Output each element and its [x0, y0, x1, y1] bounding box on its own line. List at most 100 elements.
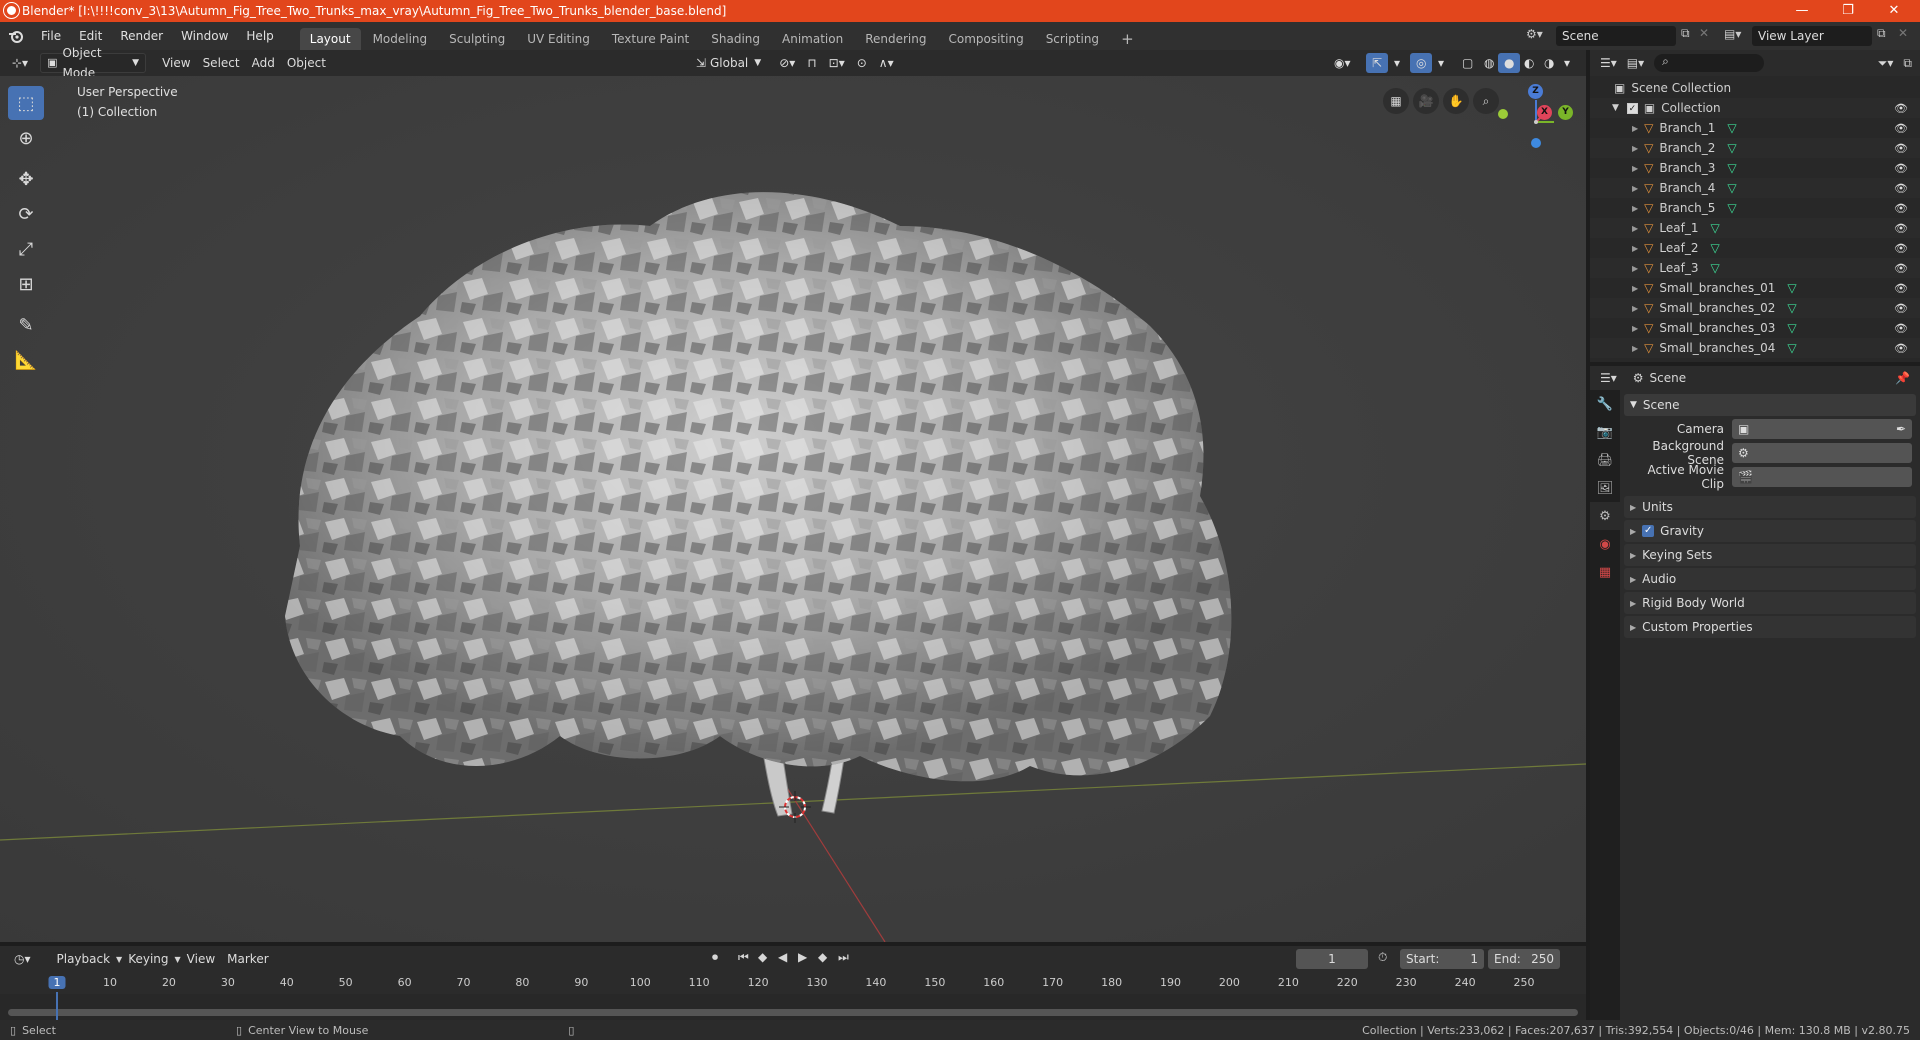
select-box-tool-icon[interactable]: ⬚ — [8, 86, 44, 120]
end-frame-field[interactable]: End: 250 — [1488, 949, 1560, 969]
expand-arrow-icon[interactable]: ▶ — [1632, 184, 1638, 193]
new-scene-icon[interactable]: ⧉ — [1681, 26, 1690, 41]
tab-texture-paint[interactable]: Texture Paint — [602, 28, 699, 50]
outliner-row-scene-collection[interactable]: ▣ Scene Collection — [1590, 78, 1920, 98]
gizmo-neg-z-axis[interactable] — [1531, 138, 1541, 148]
mesh-data-icon[interactable]: ▽ — [1727, 161, 1736, 175]
outliner-row-small-branches-04[interactable]: ▶ ▽ Small_branches_04 ▽ 👁 — [1590, 338, 1920, 358]
visibility-icon[interactable]: ◉▾ — [1328, 53, 1357, 73]
eye-icon[interactable]: 👁 — [1894, 302, 1908, 315]
rotate-tool-icon[interactable]: ⟳ — [8, 197, 44, 231]
annotate-tool-icon[interactable]: ✎ — [8, 308, 44, 342]
eye-icon[interactable]: 👁 — [1894, 202, 1908, 215]
proportional-edit-icon[interactable]: ⊙ — [851, 53, 873, 73]
mesh-data-icon[interactable]: ▽ — [1787, 321, 1796, 335]
eye-icon[interactable]: 👁 — [1894, 342, 1908, 355]
tab-compositing[interactable]: Compositing — [938, 28, 1033, 50]
mesh-data-icon[interactable]: ▽ — [1727, 141, 1736, 155]
expand-arrow-icon[interactable]: ▶ — [1632, 164, 1638, 173]
playhead-frame-label[interactable]: 1 — [48, 976, 66, 989]
scene-name-field[interactable]: Scene — [1556, 26, 1676, 46]
outliner-row-leaf-1[interactable]: ▶ ▽ Leaf_1 ▽ 👁 — [1590, 218, 1920, 238]
expand-arrow-icon[interactable]: ▼ — [1612, 103, 1619, 113]
gizmo-y-axis[interactable]: Y — [1558, 105, 1573, 120]
outliner-row-collection[interactable]: ▼ ✓ ▣ Collection 👁 — [1590, 98, 1920, 118]
gizmo-dropdown-icon[interactable]: ▾ — [1388, 53, 1406, 73]
menu-view[interactable]: View — [156, 53, 196, 73]
toggle-ortho-icon[interactable]: ▦ — [1383, 88, 1409, 114]
delete-scene-icon[interactable]: ✕ — [1699, 26, 1709, 40]
eye-icon[interactable]: 👁 — [1894, 282, 1908, 295]
new-collection-icon[interactable]: ⧉ — [1903, 56, 1912, 71]
minimize-button[interactable]: — — [1779, 0, 1825, 22]
menu-object[interactable]: Object — [281, 53, 332, 73]
new-view-layer-icon[interactable]: ⧉ — [1877, 26, 1886, 41]
collection-checkbox[interactable]: ✓ — [1626, 102, 1638, 114]
eyedropper-icon[interactable]: ✒ — [1896, 422, 1906, 436]
tab-uv-editing[interactable]: UV Editing — [517, 28, 600, 50]
scene-browse-icon[interactable]: ⚙▾ — [1526, 27, 1543, 41]
eye-icon[interactable]: 👁 — [1894, 122, 1908, 135]
background-scene-field[interactable]: ⚙ — [1732, 443, 1912, 463]
filter-icon[interactable]: ⏷▾ — [1878, 56, 1894, 71]
expand-arrow-icon[interactable]: ▶ — [1632, 224, 1638, 233]
eye-icon[interactable]: 👁 — [1894, 222, 1908, 235]
close-button[interactable]: ✕ — [1871, 0, 1917, 22]
outliner-row-branch-5[interactable]: ▶ ▽ Branch_5 ▽ 👁 — [1590, 198, 1920, 218]
outliner-row-small-branches-01[interactable]: ▶ ▽ Small_branches_01 ▽ 👁 — [1590, 278, 1920, 298]
eye-icon[interactable]: 👁 — [1894, 262, 1908, 275]
panel-units[interactable]: ▶ Units — [1624, 496, 1916, 518]
expand-arrow-icon[interactable]: ▶ — [1632, 324, 1638, 333]
timeline-ruler[interactable]: 1 10 20 30 40 50 60 70 80 90 100 110 120 130 140 150 160… — [0, 972, 1586, 994]
play-reverse-icon[interactable]: ◀ — [778, 950, 787, 964]
display-mode-icon[interactable]: ▤▾ — [1627, 56, 1644, 70]
properties-editor-type-icon[interactable]: ☰▾ — [1600, 371, 1617, 385]
delete-view-layer-icon[interactable]: ✕ — [1898, 26, 1908, 40]
pivot-point-icon[interactable]: ⊘▾ — [773, 53, 801, 73]
eye-icon[interactable]: 👁 — [1894, 322, 1908, 335]
tab-scripting[interactable]: Scripting — [1036, 28, 1109, 50]
navigation-gizmo[interactable]: Z X Y — [1496, 84, 1586, 156]
jump-start-icon[interactable]: ⏮ — [738, 950, 749, 965]
stopwatch-icon[interactable]: ⏱ — [1378, 950, 1387, 965]
view-layer-field[interactable]: View Layer — [1752, 26, 1872, 46]
render-tab-icon[interactable]: 📷 — [1590, 418, 1620, 446]
timeline-menu-view[interactable]: View — [181, 949, 221, 969]
menu-select[interactable]: Select — [197, 53, 246, 73]
move-tool-icon[interactable]: ✥ — [8, 162, 44, 196]
expand-arrow-icon[interactable]: ▶ — [1632, 344, 1638, 353]
expand-arrow-icon[interactable]: ▶ — [1632, 144, 1638, 153]
pin-icon[interactable]: 📌 — [1895, 371, 1910, 385]
jump-end-icon[interactable]: ⏭ — [838, 950, 849, 965]
playhead-line[interactable] — [56, 992, 58, 1022]
gizmo-x-axis[interactable]: X — [1537, 105, 1552, 120]
outliner-row-leaf-2[interactable]: ▶ ▽ Leaf_2 ▽ 👁 — [1590, 238, 1920, 258]
gizmo-neg-y-axis[interactable] — [1498, 109, 1508, 119]
menu-window[interactable]: Window — [172, 22, 237, 50]
snap-toggle-icon[interactable]: ⊓ — [801, 53, 822, 73]
pan-view-icon[interactable]: ✋ — [1443, 88, 1469, 114]
blender-menu-icon[interactable] — [0, 29, 32, 43]
outliner-row-small-branches-02[interactable]: ▶ ▽ Small_branches_02 ▽ 👁 — [1590, 298, 1920, 318]
view-layer-tab-icon[interactable]: 🖼 — [1590, 474, 1620, 502]
timeline-menu-playback[interactable]: Playback — [51, 949, 117, 969]
mesh-data-icon[interactable]: ▽ — [1710, 221, 1719, 235]
tool-tab-icon[interactable]: 🔧 — [1590, 390, 1620, 418]
mesh-data-icon[interactable]: ▽ — [1787, 301, 1796, 315]
scene-section-header[interactable]: ▼ Scene — [1624, 394, 1916, 416]
expand-arrow-icon[interactable]: ▶ — [1632, 304, 1638, 313]
world-tab-icon[interactable]: ◉ — [1590, 530, 1620, 558]
mesh-data-icon[interactable]: ▽ — [1727, 181, 1736, 195]
transform-orientation-dropdown[interactable]: ⇲ Global ▼ — [690, 53, 767, 73]
timeline-area[interactable]: 1 10 20 30 40 50 60 70 80 90 100 110 120 130 140 150 160… — [0, 972, 1586, 1022]
add-workspace-button[interactable]: + — [1111, 28, 1144, 50]
texture-tab-icon[interactable]: ▦ — [1590, 558, 1620, 586]
expand-arrow-icon[interactable]: ▶ — [1632, 204, 1638, 213]
mesh-data-icon[interactable]: ▽ — [1710, 261, 1719, 275]
panel-custom-properties[interactable]: ▶ Custom Properties — [1624, 616, 1916, 638]
tab-modeling[interactable]: Modeling — [363, 28, 438, 50]
expand-arrow-icon[interactable]: ▶ — [1632, 124, 1638, 133]
camera-field[interactable]: ▣ ✒ — [1732, 419, 1912, 439]
mode-dropdown[interactable]: ▣ Object Mode ▼ — [40, 46, 147, 80]
outliner-row-branch-3[interactable]: ▶ ▽ Branch_3 ▽ 👁 — [1590, 158, 1920, 178]
